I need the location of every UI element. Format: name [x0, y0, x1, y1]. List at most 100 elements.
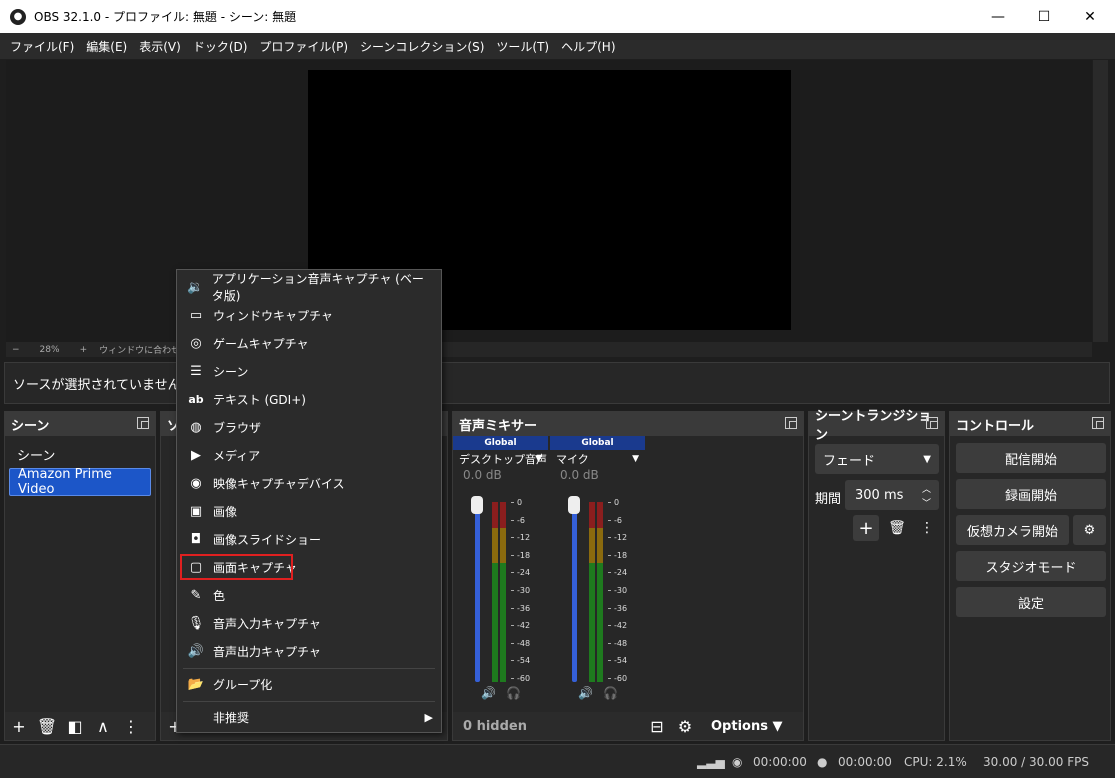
text-icon: ab	[188, 392, 204, 406]
menu-file[interactable]: ファイル(F)	[4, 38, 80, 55]
menu-item-browser[interactable]: ◍ ブラウザ	[183, 414, 435, 440]
menu-item-window-capture[interactable]: ▭ ウィンドウキャプチャ	[183, 302, 435, 328]
zoom-out-button[interactable]: −	[12, 345, 20, 355]
scenes-title: シーン	[5, 412, 155, 436]
more-icon[interactable]: ⋮	[917, 515, 937, 541]
recording-time: 00:00:00	[753, 755, 807, 769]
menu-item-color[interactable]: ✎ 色	[183, 582, 435, 608]
menu-item-label: グループ化	[213, 677, 273, 692]
float-icon[interactable]	[1092, 417, 1104, 429]
transition-selected: フェード	[823, 453, 876, 469]
more-icon[interactable]: ⋮	[117, 712, 145, 740]
menu-tools[interactable]: ツール(T)	[490, 38, 555, 55]
speaker-icon[interactable]: 🔊	[578, 686, 593, 700]
menu-view[interactable]: 表示(V)	[133, 38, 187, 55]
menu-item-image[interactable]: ▣ 画像	[183, 498, 435, 524]
menu-item-deprecated[interactable]: 非推奨 ▶	[183, 704, 435, 730]
add-scene-button[interactable]: +	[5, 712, 33, 740]
source-info-bar: ソースが選択されていません	[4, 362, 1110, 404]
chevron-up-icon[interactable]: ︿	[922, 482, 931, 495]
cpu-usage: CPU: 2.1%	[904, 755, 967, 769]
menu-item-text[interactable]: ab テキスト (GDI+)	[183, 386, 435, 412]
scenes-toolbar: + 🗑 ◧ ∧ ⋮	[5, 712, 155, 740]
chevron-down-icon[interactable]: ▼	[535, 454, 542, 464]
add-transition-button[interactable]: +	[853, 515, 879, 541]
options-button[interactable]: Options ▼	[711, 719, 782, 734]
streaming-icon: ●	[817, 755, 828, 769]
maximize-button[interactable]: ☐	[1021, 0, 1067, 33]
layout-icon[interactable]: ⊟	[643, 712, 671, 740]
menu-edit[interactable]: 編集(E)	[80, 38, 133, 55]
menu-item-scene[interactable]: ☰ シーン	[183, 358, 435, 384]
strip-name-label: デスクトップ音声	[459, 453, 547, 466]
level-meter	[492, 502, 498, 682]
gear-icon[interactable]: ⚙	[1073, 515, 1106, 545]
scene-item[interactable]: シーン	[9, 440, 151, 468]
menu-item-media[interactable]: ▶ メディア	[183, 442, 435, 468]
menu-profile[interactable]: プロファイル(P)	[253, 38, 354, 55]
duration-input[interactable]: 300 ms ︿ ﹀	[845, 480, 939, 510]
menu-item-group[interactable]: 📂 グループ化	[183, 671, 435, 697]
app-audio-icon: 🔉	[187, 279, 204, 295]
monitor-audio-icon[interactable]: 🎧	[603, 686, 618, 700]
chevron-down-icon[interactable]: ﹀	[922, 496, 931, 509]
no-source-label: ソースが選択されていません	[13, 377, 181, 393]
start-recording-button[interactable]: 録画開始	[956, 479, 1106, 509]
hidden-count[interactable]: 0 hidden	[453, 719, 533, 734]
menu-item-label: 画像スライドショー	[213, 532, 322, 547]
float-icon[interactable]	[137, 417, 149, 429]
menu-item-label: メディア	[213, 448, 261, 463]
play-icon: ▶	[191, 447, 201, 463]
speaker-icon: 🔊	[187, 643, 205, 659]
menu-dock[interactable]: ドック(D)	[187, 38, 254, 55]
volume-slider[interactable]	[475, 502, 480, 682]
preview-scrollbar[interactable]	[1093, 60, 1108, 342]
menu-help[interactable]: ヘルプ(H)	[555, 38, 621, 55]
zoom-value: 28%	[39, 344, 60, 355]
menu-item-app-audio-capture[interactable]: 🔉 アプリケーション音声キャプチャ (ベータ版)	[183, 272, 435, 303]
zoom-in-button[interactable]: +	[80, 345, 88, 355]
level-meter	[597, 502, 603, 682]
volume-knob[interactable]	[568, 496, 580, 514]
slideshow-icon: ◘	[190, 531, 202, 547]
mixer-toolbar: 0 hidden ⊟ ⚙ Options ▼	[453, 712, 803, 740]
gear-icon[interactable]: ⚙	[671, 712, 699, 740]
start-virtual-camera-button[interactable]: 仮想カメラ開始	[956, 515, 1069, 545]
scene-item-selected[interactable]: Amazon Prime Video	[9, 467, 151, 497]
float-icon[interactable]	[785, 417, 797, 429]
minimize-button[interactable]: —	[975, 0, 1021, 33]
strip-name[interactable]: デスクトップ音声 ▼	[453, 450, 548, 468]
duration-value: 300 ms	[855, 487, 904, 503]
menu-item-game-capture[interactable]: ◎ ゲームキャプチャ	[183, 330, 435, 356]
chevron-up-icon[interactable]: ∧	[89, 712, 117, 740]
filter-icon[interactable]: ◧	[61, 712, 89, 740]
trash-icon[interactable]: 🗑	[33, 712, 61, 740]
menu-separator	[183, 701, 435, 702]
zoom-bar: − 28% + ウィンドウに合わせて拡大	[6, 342, 1092, 357]
trash-icon[interactable]: 🗑	[887, 515, 907, 541]
blank-icon	[187, 708, 205, 726]
speaker-icon[interactable]: 🔊	[481, 686, 496, 700]
strip-name[interactable]: マイク ▼	[550, 450, 645, 468]
close-button[interactable]: ✕	[1067, 0, 1113, 33]
window-icon: ▭	[189, 307, 203, 323]
float-icon[interactable]	[926, 417, 938, 429]
menu-scene-collection[interactable]: シーンコレクション(S)	[354, 38, 490, 55]
studio-mode-button[interactable]: スタジオモード	[956, 551, 1106, 581]
menu-item-audio-input-capture[interactable]: 🎙 音声入力キャプチャ	[183, 610, 435, 636]
transition-select[interactable]: フェード ▼	[815, 444, 939, 474]
volume-knob[interactable]	[471, 496, 483, 514]
menu-item-image-slideshow[interactable]: ◘ 画像スライドショー	[183, 526, 435, 552]
mixer-strip-mic: Global マイク ▼ 0.0 dB 0 -6 -12 -18 -24 -30 -36 -4…	[550, 436, 645, 700]
start-streaming-button[interactable]: 配信開始	[956, 443, 1106, 473]
menu-item-label: 映像キャプチャデバイス	[213, 476, 345, 491]
monitor-audio-icon[interactable]: 🎧	[506, 686, 521, 700]
menu-item-label: 色	[213, 588, 226, 603]
level-meter	[500, 502, 506, 682]
transitions-title-label: シーントランジション	[815, 409, 932, 443]
menu-item-video-capture-device[interactable]: ◉ 映像キャプチャデバイス	[183, 470, 435, 496]
menu-item-audio-output-capture[interactable]: 🔊 音声出力キャプチャ	[183, 638, 435, 664]
chevron-down-icon[interactable]: ▼	[632, 454, 639, 464]
volume-slider[interactable]	[572, 502, 577, 682]
settings-button[interactable]: 設定	[956, 587, 1106, 617]
